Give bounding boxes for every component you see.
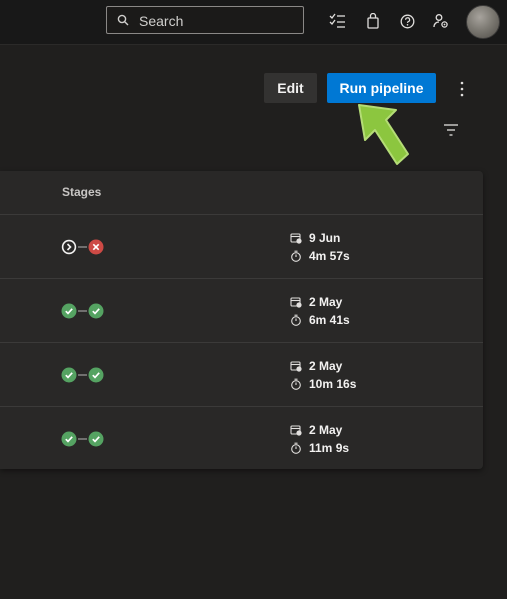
stages-indicator xyxy=(61,367,104,383)
run-date: 2 May xyxy=(290,423,342,437)
stages-column-header: Stages xyxy=(62,185,102,199)
run-date: 9 Jun xyxy=(290,231,340,245)
marketplace-bag-icon[interactable] xyxy=(364,12,382,30)
stopwatch-icon xyxy=(291,250,301,262)
search-box[interactable]: Search xyxy=(106,6,304,34)
stages-indicator xyxy=(61,303,104,319)
failed-stage-icon xyxy=(88,239,104,255)
run-duration: 11m 9s xyxy=(290,441,349,455)
stages-indicator xyxy=(61,431,104,447)
run-duration: 10m 16s xyxy=(290,377,356,391)
user-settings-icon[interactable] xyxy=(432,12,450,30)
table-row[interactable]: 2 May 11m 9s xyxy=(0,406,483,471)
search-icon xyxy=(117,14,129,26)
stopwatch-icon xyxy=(291,442,301,454)
calendar-clock-icon xyxy=(290,233,302,244)
help-icon[interactable] xyxy=(398,12,416,30)
runs-table: Stages 9 Jun 4m 57s 2 May 6m 41s 2 May 1… xyxy=(0,171,483,469)
calendar-clock-icon xyxy=(290,361,302,372)
stages-indicator xyxy=(61,239,104,255)
calendar-clock-icon xyxy=(290,425,302,436)
succeeded-stage-icon xyxy=(88,303,104,319)
succeeded-stage-icon xyxy=(88,367,104,383)
run-duration: 6m 41s xyxy=(290,313,350,327)
succeeded-stage-icon xyxy=(88,431,104,447)
stopwatch-icon xyxy=(291,378,301,390)
more-actions-icon[interactable] xyxy=(455,80,469,98)
top-bar: Search xyxy=(0,0,507,45)
run-date: 2 May xyxy=(290,295,342,309)
edit-button[interactable]: Edit xyxy=(264,73,317,103)
search-placeholder: Search xyxy=(139,13,184,29)
running-stage-icon xyxy=(61,239,77,255)
table-row[interactable]: 9 Jun 4m 57s xyxy=(0,214,483,279)
avatar[interactable] xyxy=(466,5,500,39)
succeeded-stage-icon xyxy=(61,303,77,319)
run-date: 2 May xyxy=(290,359,342,373)
stopwatch-icon xyxy=(291,314,301,326)
filter-icon[interactable] xyxy=(443,123,459,137)
succeeded-stage-icon xyxy=(61,431,77,447)
succeeded-stage-icon xyxy=(61,367,77,383)
table-row[interactable]: 2 May 10m 16s xyxy=(0,342,483,407)
work-items-icon[interactable] xyxy=(328,12,346,30)
table-row[interactable]: 2 May 6m 41s xyxy=(0,278,483,343)
run-duration: 4m 57s xyxy=(290,249,350,263)
highlight-arrow-icon xyxy=(358,104,409,165)
calendar-clock-icon xyxy=(290,297,302,308)
